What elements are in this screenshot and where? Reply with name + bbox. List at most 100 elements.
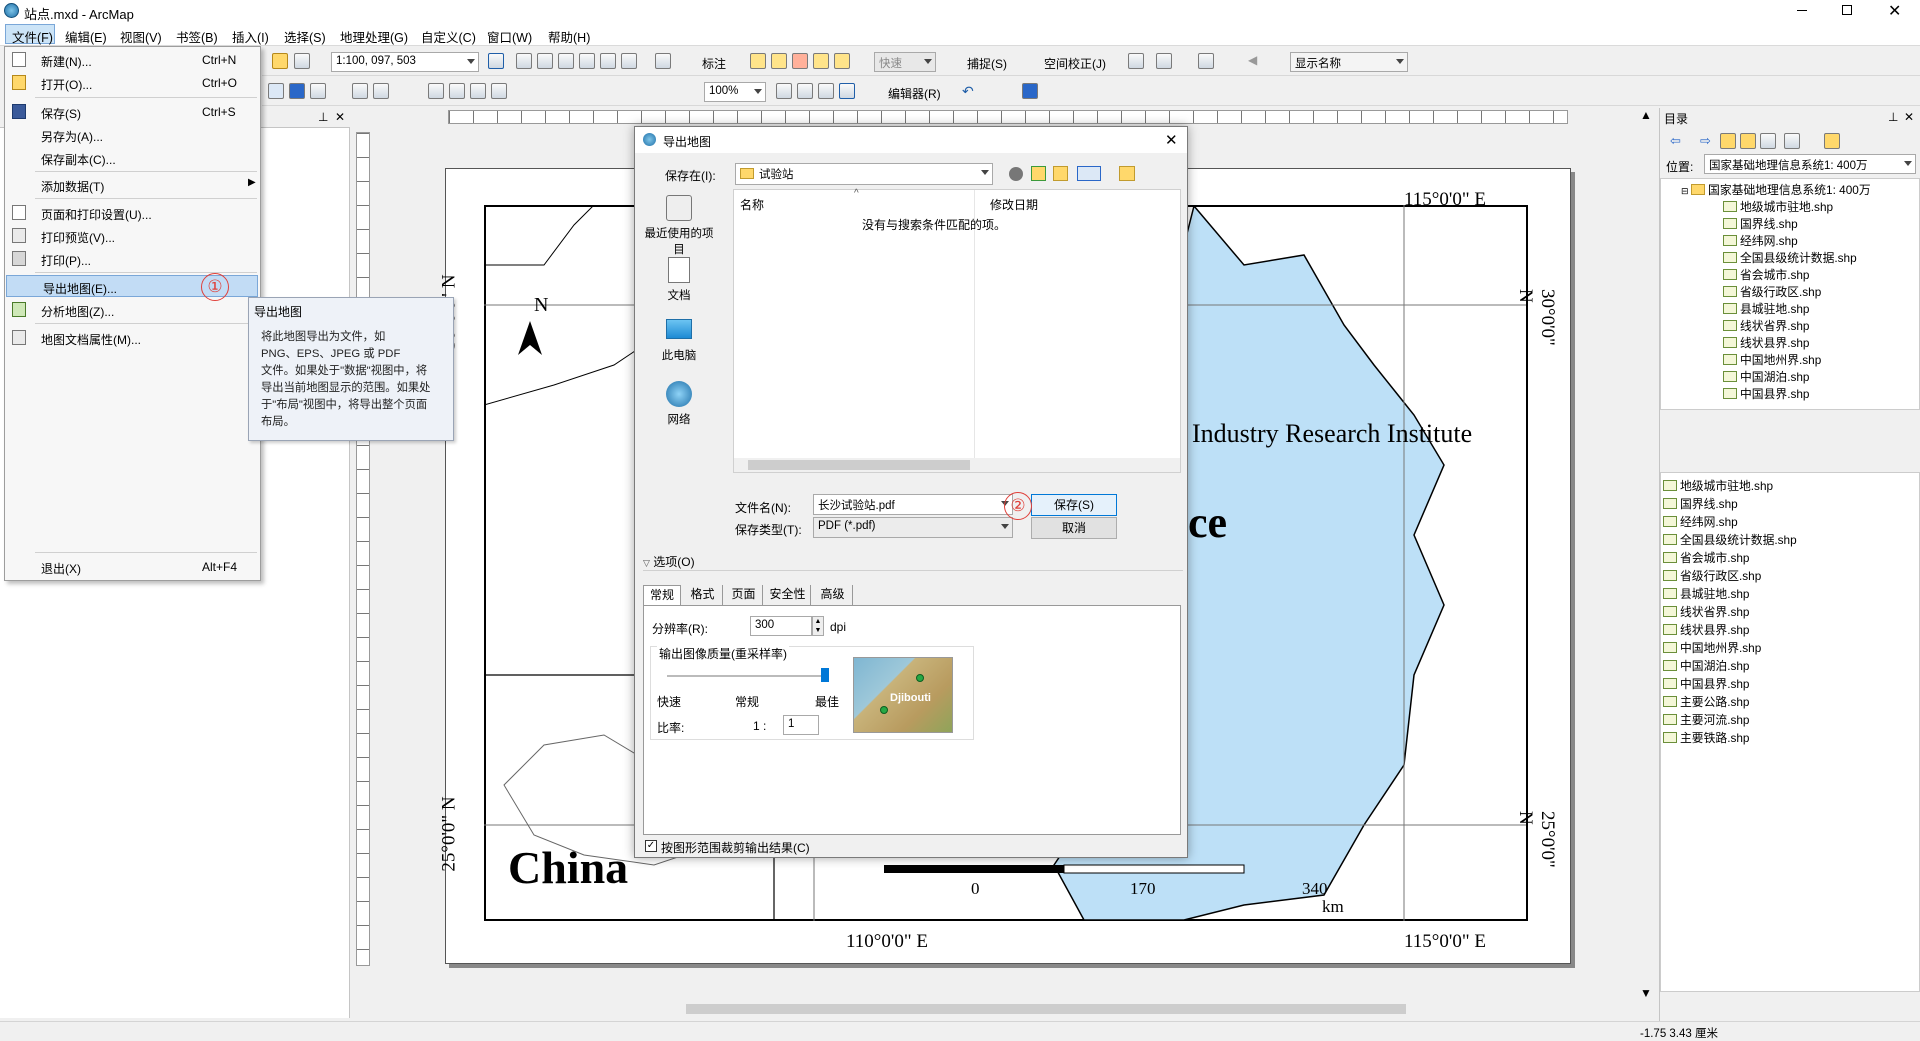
menu-insert[interactable]: 插入(I) bbox=[232, 27, 269, 46]
menu-item-new[interactable]: 新建(N)... Ctrl+N bbox=[5, 49, 260, 71]
menu-item-print-preview[interactable]: 打印预览(V)... bbox=[5, 225, 260, 247]
catalog-pin-icon[interactable]: ⊥ bbox=[1888, 110, 1898, 124]
editor-toolbar-icon[interactable] bbox=[488, 53, 504, 69]
find-route-icon[interactable] bbox=[373, 83, 389, 99]
menu-edit[interactable]: 编辑(E) bbox=[65, 27, 107, 46]
list-item[interactable]: 地级城市驻地.shp bbox=[1663, 477, 1773, 494]
up-folder-icon[interactable] bbox=[1031, 166, 1046, 181]
scroll-up-icon[interactable]: ▲ bbox=[1640, 108, 1652, 122]
editor-menu[interactable]: 编辑器(R) bbox=[888, 85, 941, 102]
places-this-pc[interactable]: 此电脑 bbox=[639, 319, 719, 369]
zoom-in-icon[interactable] bbox=[428, 83, 444, 99]
places-documents[interactable]: 文档 bbox=[639, 257, 719, 307]
resolution-input[interactable]: 300 bbox=[750, 616, 812, 636]
dialog-close-icon[interactable]: ✕ bbox=[1165, 131, 1178, 149]
list-item[interactable]: 县城驻地.shp bbox=[1663, 585, 1750, 602]
quality-slider-track[interactable] bbox=[667, 675, 827, 677]
layout-icon-6[interactable] bbox=[621, 53, 637, 69]
tree-file[interactable]: 省级行政区.shp bbox=[1723, 283, 1821, 300]
catalog-folder-icon[interactable] bbox=[1824, 133, 1840, 149]
catalog-connect-icon[interactable] bbox=[1760, 133, 1776, 149]
layout-icon-1[interactable] bbox=[516, 53, 532, 69]
zoom-out-icon[interactable] bbox=[449, 83, 465, 99]
menu-view[interactable]: 视图(V) bbox=[120, 27, 162, 46]
home-folder-icon[interactable] bbox=[1119, 166, 1135, 181]
menu-item-doc-properties[interactable]: 地图文档属性(M)... bbox=[5, 327, 260, 349]
menu-item-save-copy[interactable]: 保存副本(C)... bbox=[5, 147, 260, 169]
clip-checkbox-row[interactable]: ✓ 按图形范围裁剪输出结果(C) bbox=[645, 839, 945, 855]
undo-icon[interactable]: ↶ bbox=[962, 83, 978, 99]
layout-tool-3[interactable] bbox=[818, 83, 834, 99]
list-item[interactable]: 主要河流.shp bbox=[1663, 711, 1750, 728]
menu-item-analyze-map[interactable]: 分析地图(Z)... bbox=[5, 299, 260, 321]
toc-close-icon[interactable]: ✕ bbox=[335, 110, 345, 124]
menu-bookmarks[interactable]: 书签(B) bbox=[176, 27, 218, 46]
file-list-hscroll-thumb[interactable] bbox=[748, 460, 970, 470]
menu-windows[interactable]: 窗口(W) bbox=[487, 27, 532, 46]
tree-root[interactable]: ⊟ 国家基础地理信息系统1: 400万 bbox=[1681, 181, 1871, 198]
tree-file[interactable]: 线状省界.shp bbox=[1723, 317, 1810, 334]
list-item[interactable]: 线状县界.shp bbox=[1663, 621, 1750, 638]
places-network[interactable]: 网络 bbox=[639, 381, 719, 431]
tree-file[interactable]: 经纬网.shp bbox=[1723, 232, 1798, 249]
menu-geoprocessing[interactable]: 地理处理(G) bbox=[340, 27, 408, 46]
menu-item-add-data[interactable]: 添加数据(T) ▶ bbox=[5, 174, 260, 196]
menu-item-save-as[interactable]: 另存为(A)... bbox=[5, 124, 260, 146]
filename-input[interactable]: 长沙试验站.pdf bbox=[813, 494, 1013, 515]
tab-security[interactable]: 安全性 bbox=[765, 585, 811, 605]
layout-tool-1[interactable] bbox=[776, 83, 792, 99]
speed-dropdown[interactable]: 快速 bbox=[874, 52, 936, 72]
list-item[interactable]: 中国湖泊.shp bbox=[1663, 657, 1750, 674]
layout-vertical-scrollbar[interactable]: ▲ ▼ bbox=[1636, 108, 1654, 1003]
pin-icon[interactable]: ⊥ bbox=[318, 110, 328, 124]
globe-icon[interactable] bbox=[1198, 53, 1214, 69]
catalog-back-icon[interactable]: ⇦ bbox=[1670, 133, 1681, 149]
label-icon-2[interactable] bbox=[771, 53, 787, 69]
save-button[interactable]: 保存(S) bbox=[1031, 494, 1117, 516]
close-icon[interactable]: ✕ bbox=[1888, 1, 1901, 21]
list-item[interactable]: 中国县界.shp bbox=[1663, 675, 1750, 692]
tab-general[interactable]: 常规 bbox=[643, 585, 681, 605]
georeference-menu[interactable]: 空间校正(J) bbox=[1044, 55, 1106, 72]
list-item[interactable]: 全国县级统计数据.shp bbox=[1663, 531, 1797, 548]
view-menu-icon[interactable] bbox=[1077, 166, 1101, 181]
tab-format[interactable]: 格式 bbox=[683, 585, 723, 605]
label-menu[interactable]: 标注 bbox=[702, 55, 726, 72]
list-item[interactable]: 省级行政区.shp bbox=[1663, 567, 1761, 584]
snapping-menu[interactable]: 捕捉(S) bbox=[967, 55, 1007, 72]
layout-tool-4[interactable] bbox=[839, 83, 855, 99]
scroll-down-icon[interactable]: ▼ bbox=[1640, 986, 1652, 1000]
menu-file[interactable]: 文件(F) bbox=[12, 27, 53, 46]
binoculars-icon[interactable] bbox=[352, 83, 368, 99]
back-icon[interactable] bbox=[1009, 167, 1023, 181]
cancel-button[interactable]: 取消 bbox=[1031, 517, 1117, 539]
tree-file[interactable]: 中国县界.shp bbox=[1723, 385, 1810, 402]
layout-tool-2[interactable] bbox=[797, 83, 813, 99]
tree-file[interactable]: 中国湖泊.shp bbox=[1723, 368, 1810, 385]
list-item[interactable]: 省会城市.shp bbox=[1663, 549, 1750, 566]
layout-icon-5[interactable] bbox=[600, 53, 616, 69]
catalog-close-icon[interactable]: ✕ bbox=[1904, 110, 1914, 124]
places-recent[interactable]: 最近使用的项目 bbox=[639, 195, 719, 256]
location-dropdown[interactable]: 国家基础地理信息系统1: 400万 bbox=[1704, 154, 1916, 174]
pan-icon[interactable] bbox=[294, 53, 310, 69]
layout-icon-4[interactable] bbox=[579, 53, 595, 69]
options-toggle[interactable]: ▽ 选项(O) bbox=[643, 553, 1183, 571]
layout-icon-2[interactable] bbox=[537, 53, 553, 69]
catalog-view-icon[interactable] bbox=[1784, 133, 1800, 149]
select-elements-icon[interactable] bbox=[268, 83, 284, 99]
filetype-dropdown[interactable]: PDF (*.pdf) bbox=[813, 517, 1013, 538]
catalog-home-icon[interactable] bbox=[1740, 133, 1756, 149]
measure-icon[interactable] bbox=[310, 83, 326, 99]
tree-file[interactable]: 中国地州界.shp bbox=[1723, 351, 1821, 368]
menu-item-open[interactable]: 打开(O)... Ctrl+O bbox=[5, 72, 260, 94]
save-in-dropdown[interactable]: 试验站 bbox=[735, 163, 993, 185]
add-data-icon[interactable] bbox=[272, 53, 288, 69]
pan-layout-icon[interactable] bbox=[491, 83, 507, 99]
catalog-up-icon[interactable] bbox=[1720, 133, 1736, 149]
menu-selection[interactable]: 选择(S) bbox=[284, 27, 326, 46]
column-name[interactable]: 名称 bbox=[740, 196, 764, 213]
menu-item-print[interactable]: 打印(P)... bbox=[5, 248, 260, 270]
quality-slider-thumb[interactable] bbox=[821, 668, 829, 682]
maximize-icon[interactable] bbox=[1842, 5, 1852, 15]
